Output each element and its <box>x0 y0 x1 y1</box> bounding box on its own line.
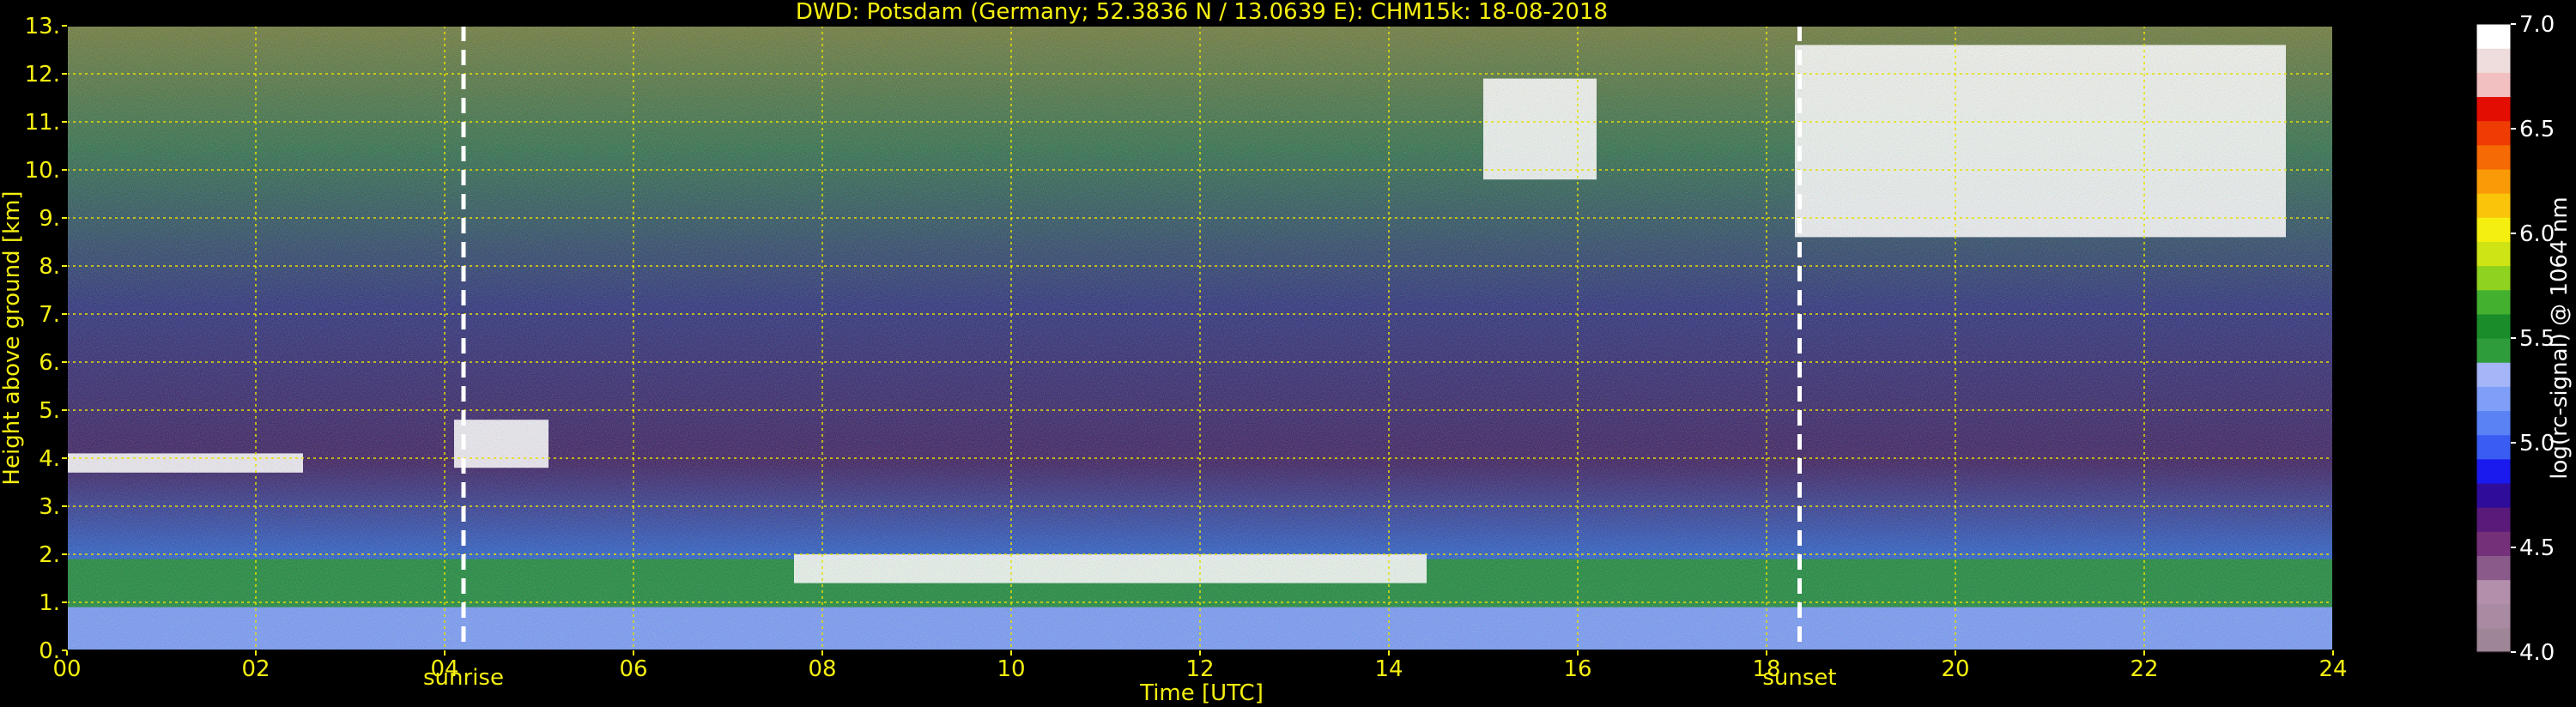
colorbar-swatch <box>2476 96 2511 122</box>
colorbar-swatch <box>2476 265 2511 291</box>
y-tick-label: 5. <box>39 398 60 424</box>
colorbar-tick-label: 7.0 <box>2519 12 2555 38</box>
x-tick-label: 02 <box>241 656 270 682</box>
y-tick-label: 0. <box>39 638 60 664</box>
colorbar-swatch <box>2476 24 2511 49</box>
x-tick-label: 06 <box>619 656 647 682</box>
x-axis-label: Time [UTC] <box>1139 680 1264 706</box>
colorbar-swatch <box>2476 627 2511 653</box>
colorbar-swatch <box>2476 241 2511 267</box>
y-tick-label: 4. <box>39 446 60 472</box>
x-tick-label: 22 <box>2130 656 2158 682</box>
colorbar-swatch <box>2476 313 2511 339</box>
colorbar-swatch <box>2476 603 2511 629</box>
x-tick-label: 24 <box>2318 656 2347 682</box>
ceilometer-chart: sunrise sunset 00 02 04 06 08 10 12 14 16 18 20 22 24… <box>0 0 2573 706</box>
colorbar <box>2476 24 2511 653</box>
y-axis-ticks: 0. 1. 2. 3. 4. 5. 6. 7. 8. 9. 10. 11. 12. 13. <box>25 14 67 664</box>
x-tick-label: 20 <box>1941 656 1969 682</box>
x-tick-label: 12 <box>1185 656 1214 682</box>
y-tick-label: 10. <box>25 158 60 184</box>
colorbar-swatch <box>2476 48 2511 73</box>
colorbar-swatch <box>2476 168 2511 194</box>
y-tick-label: 1. <box>39 590 60 616</box>
colorbar-swatch <box>2476 72 2511 98</box>
colorbar-swatch <box>2476 410 2511 436</box>
chart-title: DWD: Potsdam (Germany; 52.3836 N / 13.06… <box>796 0 1608 25</box>
colorbar-swatch <box>2476 193 2511 218</box>
x-tick-label: 08 <box>808 656 836 682</box>
y-axis-label: Height above ground [km] <box>0 190 25 485</box>
x-axis-ticks: 00 02 04 06 08 10 12 14 16 18 20 22 24 <box>52 650 2348 682</box>
colorbar-swatch <box>2476 555 2511 581</box>
colorbar-swatch <box>2476 289 2511 315</box>
y-tick-label: 12. <box>25 62 60 88</box>
colorbar-swatch <box>2476 482 2511 508</box>
y-tick-label: 8. <box>39 254 60 280</box>
colorbar-swatch <box>2476 362 2511 387</box>
colorbar-swatch <box>2476 507 2511 532</box>
colorbar-tick-label: 6.5 <box>2519 117 2555 142</box>
colorbar-swatch <box>2476 120 2511 146</box>
colorbar-tick-label: 4.0 <box>2519 640 2555 666</box>
x-tick-label: 04 <box>430 656 458 682</box>
colorbar-swatch <box>2476 579 2511 605</box>
y-tick-label: 11. <box>25 110 60 136</box>
colorbar-swatch <box>2476 434 2511 460</box>
colorbar-swatch <box>2476 458 2511 484</box>
y-tick-label: 3. <box>39 494 60 520</box>
x-tick-label: 16 <box>1563 656 1591 682</box>
y-tick-label: 9. <box>39 206 60 232</box>
colorbar-swatch <box>2476 386 2511 412</box>
colorbar-swatch <box>2476 531 2511 556</box>
y-tick-label: 13. <box>25 14 60 39</box>
x-tick-label: 14 <box>1374 656 1403 682</box>
y-tick-label: 7. <box>39 302 60 328</box>
colorbar-label: log(rc-signal) @ 1064 nm <box>2547 196 2573 479</box>
colorbar-swatch <box>2476 338 2511 363</box>
colorbar-swatch <box>2476 144 2511 170</box>
y-tick-label: 6. <box>39 350 60 376</box>
x-tick-label: 10 <box>997 656 1025 682</box>
colorbar-tick-label: 4.5 <box>2519 535 2555 561</box>
colorbar-swatch <box>2476 217 2511 242</box>
x-tick-label: 18 <box>1752 656 1780 682</box>
y-tick-label: 2. <box>39 542 60 568</box>
